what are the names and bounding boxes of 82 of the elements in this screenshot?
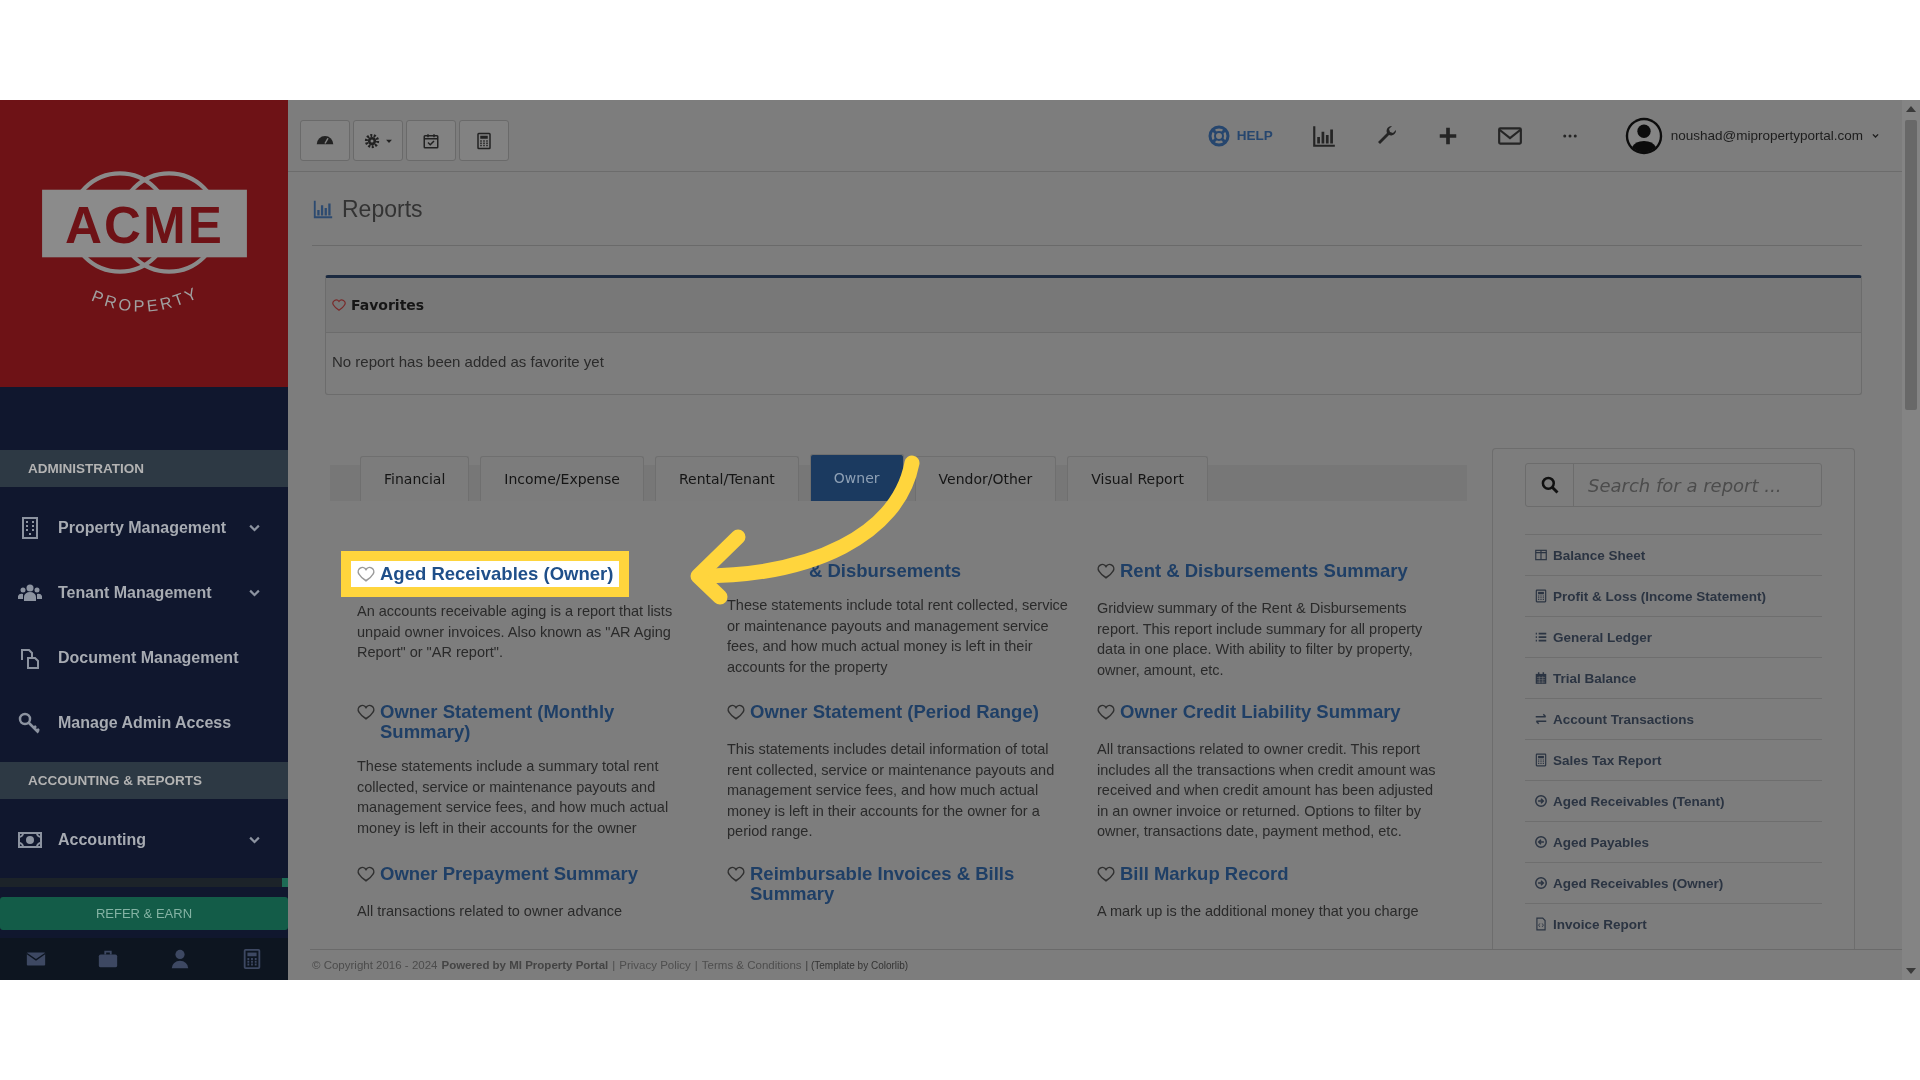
scrollbar[interactable] [0,878,288,887]
report-link[interactable]: Bill Markup Record [1097,863,1289,884]
user-icon[interactable] [169,948,191,970]
report-item[interactable]: Sales Tax Report [1525,739,1822,780]
report-item[interactable]: Balance Sheet [1525,534,1822,575]
avatar-icon [1624,116,1663,155]
report-item[interactable]: Aged Payables [1525,821,1822,862]
menu-item[interactable]: Accounting [0,807,288,872]
file-icon [1534,917,1548,931]
report-description: All transactions related to owner advance [357,901,624,921]
report-description: These statements include a summary total rent collected, service or maintenance payouts and management service fees, and how much actual money is left in their accounts for the owner [357,757,670,838]
heart-icon [332,298,346,312]
logo[interactable]: ACME PROPERTY [0,100,288,387]
user-email: noushad@mipropertyportal.com [1670,128,1863,143]
calculator-button[interactable] [459,120,509,161]
template-credit: | (Template by Colorlib) [805,959,909,971]
arrow-circle-icon [1534,794,1548,808]
report-item[interactable]: Aged Receivables (Owner) [1525,862,1822,903]
report-item[interactable]: Profit & Loss (Income Statement) [1525,575,1822,616]
report-description: All transactions related to owner credit. This report includes all the transactions when credit amount was received and when credit amount has been adjusted in an owner invoice or returned. Options to filter by owner, transactions date, payment method, etc. [1097,740,1437,841]
tab[interactable]: Rental/Tenant [654,456,799,501]
report-link[interactable]: Rent & Disbursements Summary [1097,561,1408,581]
list-icon [1534,630,1548,644]
report-link[interactable]: Owner Statement (Period Range) [727,702,1039,722]
tab[interactable]: Vendor/Other [914,456,1057,501]
menu-item[interactable]: Property Management [0,495,288,560]
report-link[interactable]: Owner Credit Liability Summary [1097,702,1401,722]
user-menu[interactable]: noushad@mipropertyportal.com [1624,116,1880,155]
tab[interactable]: Owner [809,454,904,501]
settings-button[interactable] [353,120,403,161]
refer-button[interactable]: REFER & EARN [0,897,288,930]
logo-tagline: PROPERTY [88,282,202,315]
empty-message: No report has been added as favorite yet [331,352,605,372]
gauge-icon [316,136,334,145]
report-description: An accounts receivable aging is a report that lists unpaid owner invoices. Also known as "AR Aging Report" or "AR report". [357,602,674,662]
report-description: This statements includes detail information of total rent collected, service or maintenance payouts and management service fees, and how much actual money is left in their accounts for the owner for a period range. [727,740,1056,841]
tab[interactable]: Financial [360,456,470,501]
tab[interactable]: Visual Report [1067,456,1208,501]
section-header: ACCOUNTING & REPORTS [0,762,288,799]
menu-item[interactable]: Document Management [0,625,288,690]
report-link[interactable]: Owner Prepayment Summary [357,863,639,884]
briefcase-icon[interactable] [97,948,119,970]
panel-title: Favorites [351,297,425,313]
tab[interactable]: Income/Expense [480,456,644,501]
report-description: These statements include total rent collected, service or maintenance payouts and management service fees, and how much actual money is left in their accounts for the property [727,596,1069,677]
report-item[interactable]: General Ledger [1525,616,1822,657]
arrow-circle-icon [1534,835,1548,849]
arrows-icon [1534,712,1548,726]
report-link[interactable]: Owner Statement (Monthly Summary) [357,702,707,742]
calculator-icon[interactable] [241,948,263,970]
calendar-icon [1534,671,1548,685]
report-link[interactable]: Reimbursable Invoices & Bills Summary [727,863,1077,904]
menu-item[interactable]: Manage Admin Access [0,690,288,755]
menu-item[interactable]: Tenant Management [0,560,288,625]
report-item[interactable]: Trial Balance [1525,657,1822,698]
dashboard-button[interactable] [300,120,350,161]
report-item[interactable]: Aged Receivables (Tenant) [1525,780,1822,821]
bar-chart-icon [312,198,334,220]
calendar-button[interactable] [406,120,456,161]
calendar-icon [422,131,440,150]
calculator-icon [1534,753,1548,767]
separator: | [612,959,616,971]
help-link[interactable]: HELP [1206,123,1273,148]
settings-icon [362,131,381,150]
logo-wordmark: ACME [64,196,224,254]
scrollbar[interactable] [1902,100,1920,980]
page-title: Reports [342,195,423,223]
report-description: A mark up is the additional money that you charge [1097,901,1420,921]
report-item[interactable]: Invoice Report [1525,903,1822,944]
calculator-icon [475,131,493,150]
report-description: Gridview summary of the Rent & Disbursements report. This report include summary for all property data in one place. With ability to filter by property, owner, amount, etc. [1097,599,1424,680]
calculator-icon [1534,589,1548,603]
search-icon [1539,475,1560,495]
separator: | [694,959,698,971]
powered-by-text: Powered by MI Property Portal [441,959,609,971]
lifebuoy-icon [1206,123,1231,148]
arrow-circle-icon [1534,876,1548,890]
columns-icon [1534,548,1548,562]
key-icon [18,710,42,735]
section-header: ADMINISTRATION [0,450,288,487]
report-item[interactable]: Account Transactions [1525,698,1822,739]
chevron-icon [1871,131,1880,140]
